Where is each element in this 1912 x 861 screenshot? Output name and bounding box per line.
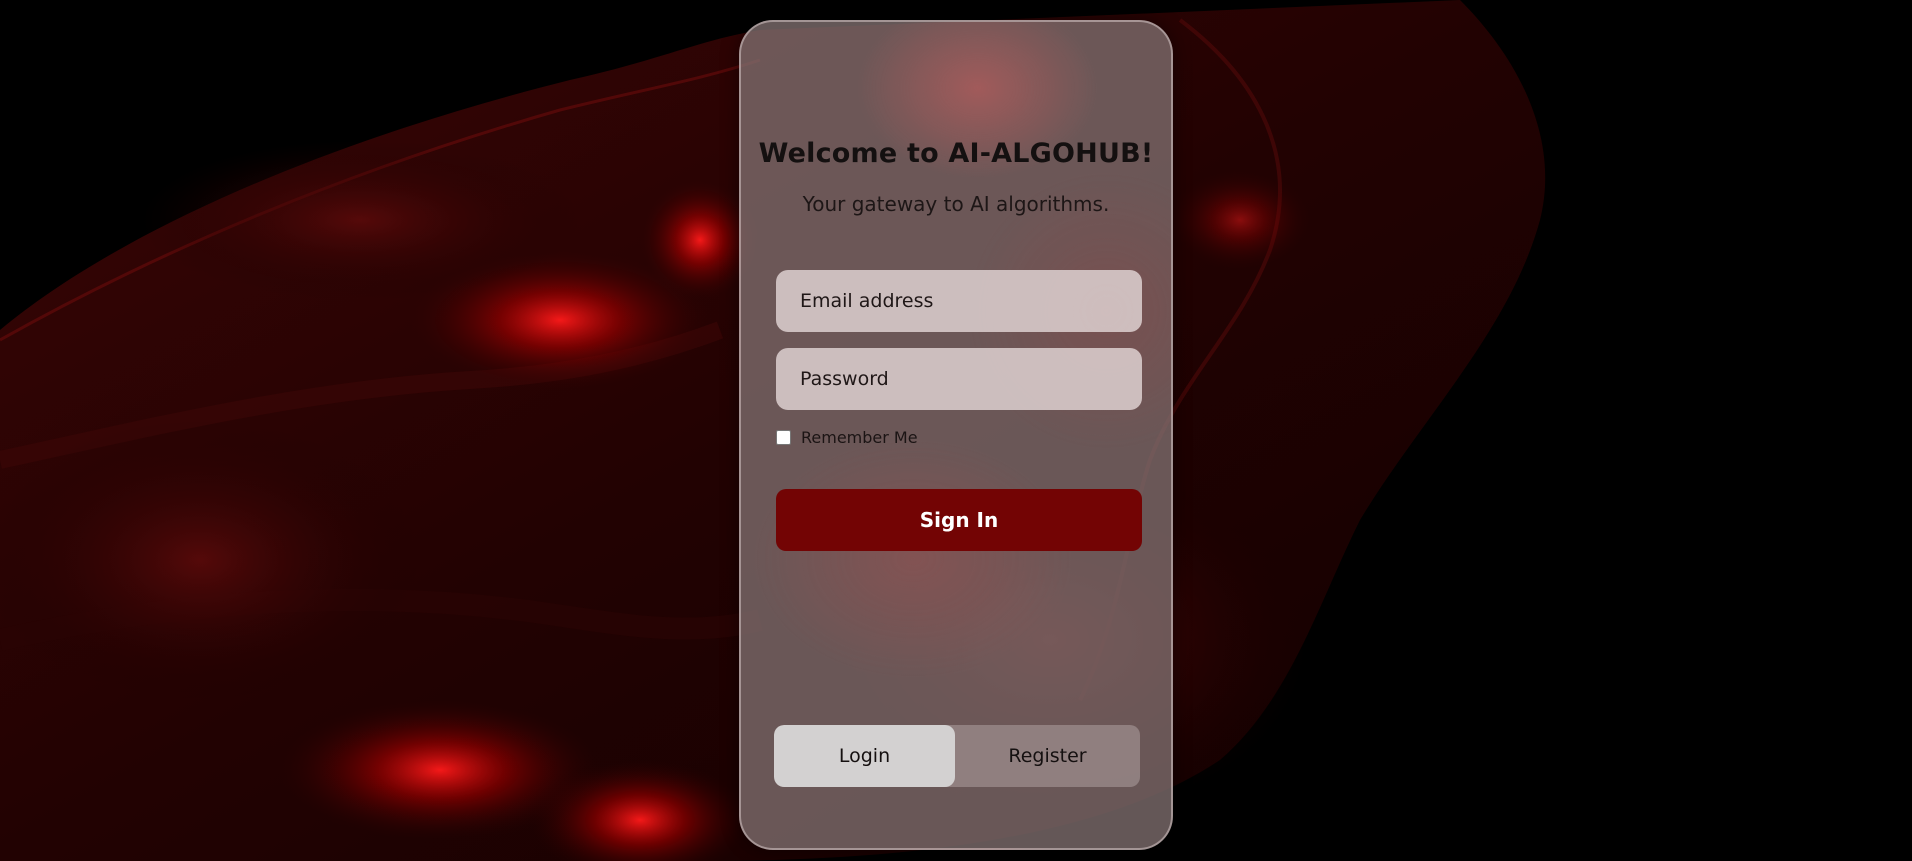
page-title: Welcome to AI-ALGOHUB! (758, 138, 1154, 169)
sign-in-button[interactable]: Sign In (776, 489, 1142, 551)
tab-register[interactable]: Register (955, 725, 1140, 787)
tab-login[interactable]: Login (774, 725, 955, 787)
email-field[interactable] (776, 270, 1142, 332)
page-subtitle: Your gateway to AI algorithms. (802, 192, 1110, 216)
remember-me-label: Remember Me (801, 428, 918, 447)
remember-me-row[interactable]: Remember Me (776, 428, 918, 447)
auth-tab-switcher: Login Register (774, 725, 1140, 787)
remember-me-checkbox[interactable] (776, 430, 791, 445)
password-field[interactable] (776, 348, 1142, 410)
login-card: Welcome to AI-ALGOHUB! Your gateway to A… (739, 20, 1173, 850)
